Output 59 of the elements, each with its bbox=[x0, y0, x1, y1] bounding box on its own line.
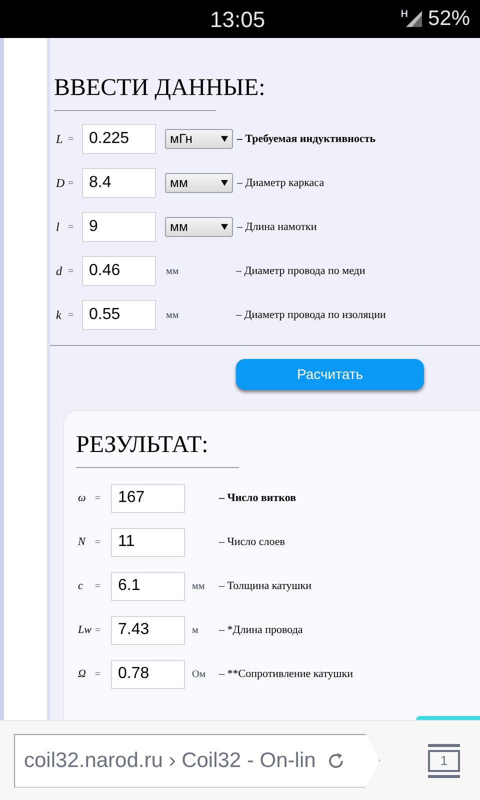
value-field[interactable]: 0.55 bbox=[82, 300, 156, 330]
variable-symbol: L bbox=[56, 131, 64, 148]
value-field[interactable]: 0.225 bbox=[82, 124, 156, 154]
result-field[interactable]: 6.1 bbox=[111, 572, 185, 600]
equals-sign: = bbox=[68, 220, 75, 234]
field-description: – Длина намотки bbox=[237, 220, 317, 235]
section-heading: РЕЗУЛЬТАТ: bbox=[76, 432, 208, 458]
variable-symbol: k bbox=[56, 307, 62, 324]
variable-symbol: Lw bbox=[78, 622, 92, 638]
caret-icon bbox=[221, 136, 228, 142]
variable-symbol: Ω bbox=[78, 666, 87, 682]
unit-label: м bbox=[192, 624, 198, 638]
result-description: – *Длина провода bbox=[219, 622, 303, 638]
url-text: coil32.narod.ru › Coil32 - On-lin bbox=[24, 748, 316, 774]
section-heading: ВВЕСТИ ДАННЫЕ: bbox=[54, 75, 266, 101]
unit-label: Ом bbox=[192, 668, 206, 682]
field-description: – Диаметр провода по меди bbox=[236, 264, 366, 279]
equals-sign: = bbox=[95, 668, 102, 682]
equals-sign: = bbox=[68, 176, 75, 190]
variable-symbol: d bbox=[56, 263, 63, 280]
field-description: – Требуемая индуктивность bbox=[237, 132, 376, 147]
field-description: – Диаметр каркаса bbox=[237, 176, 324, 191]
result-field[interactable]: 167 bbox=[111, 484, 185, 512]
value-field[interactable]: 9 bbox=[82, 212, 156, 242]
variable-symbol: D bbox=[56, 175, 66, 192]
unit-label: мм bbox=[166, 308, 180, 322]
equals-sign: = bbox=[95, 580, 102, 594]
variable-symbol: N bbox=[78, 534, 87, 550]
equals-sign: = bbox=[95, 536, 102, 550]
unit-label: мм bbox=[166, 264, 180, 278]
variable-symbol: l bbox=[56, 219, 60, 236]
signal-icon bbox=[406, 11, 422, 27]
value-field[interactable]: 0.46 bbox=[82, 256, 156, 286]
equals-sign: = bbox=[68, 264, 75, 278]
unit-dropdown[interactable]: мГн bbox=[165, 129, 233, 149]
result-description: – Число слоев bbox=[219, 534, 285, 550]
value-field[interactable]: 8.4 bbox=[82, 168, 156, 198]
unit-dropdown[interactable]: мм bbox=[165, 217, 233, 237]
network-type: H bbox=[400, 8, 408, 22]
battery-level: 52% bbox=[428, 6, 470, 32]
equals-sign: = bbox=[95, 492, 102, 506]
address-bar[interactable]: coil32.narod.ru › Coil32 - On-lin bbox=[14, 734, 380, 788]
unit-label: мм bbox=[192, 580, 205, 594]
variable-symbol: ω bbox=[78, 490, 87, 506]
result-description: – **Сопротивление катушки bbox=[219, 666, 353, 682]
result-description: – Число витков bbox=[219, 490, 296, 506]
result-field[interactable]: 11 bbox=[111, 528, 185, 556]
unit-dropdown[interactable]: мм bbox=[165, 173, 233, 193]
equals-sign: = bbox=[95, 624, 102, 638]
caret-icon bbox=[221, 180, 228, 186]
result-field[interactable]: 7.43 bbox=[111, 616, 185, 644]
equals-sign: = bbox=[68, 308, 75, 322]
equals-sign: = bbox=[68, 132, 75, 146]
caret-icon bbox=[221, 224, 228, 230]
clock: 13:05 bbox=[210, 6, 266, 34]
field-description: – Диаметр провода по изоляции bbox=[236, 308, 386, 323]
variable-symbol: c bbox=[78, 578, 84, 594]
result-field[interactable]: 0.78 bbox=[111, 660, 185, 688]
result-description: – Толщина катушки bbox=[219, 578, 312, 594]
